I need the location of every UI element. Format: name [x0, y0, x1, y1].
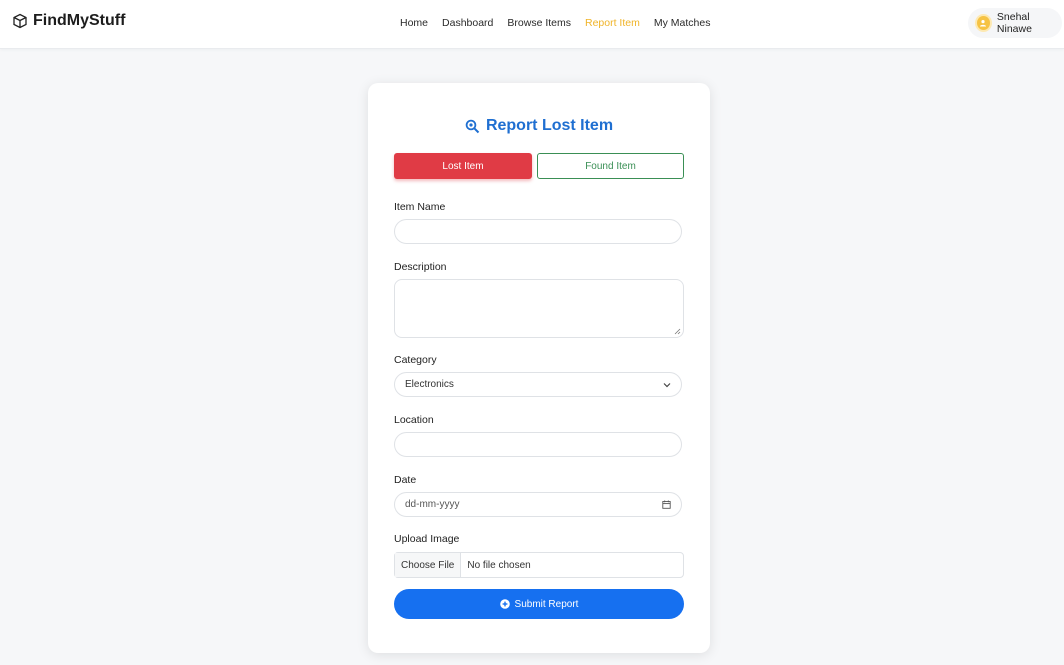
date-placeholder: dd-mm-yyyy: [405, 499, 460, 510]
category-label: Category: [394, 354, 437, 366]
calendar-icon[interactable]: [662, 500, 671, 509]
nav-link-home[interactable]: Home: [400, 17, 428, 29]
upload-image-field[interactable]: Choose File No file chosen: [394, 552, 684, 578]
submit-report-button[interactable]: Submit Report: [394, 589, 684, 619]
user-icon: [980, 20, 987, 27]
user-name: Snehal Ninawe: [996, 11, 1032, 35]
nav-link-my-matches[interactable]: My Matches: [654, 17, 711, 29]
brand-name: FindMyStuff: [33, 12, 126, 29]
nav-links: Home Dashboard Browse Items Report Item …: [400, 17, 724, 29]
description-label: Description: [394, 261, 447, 273]
date-label: Date: [394, 474, 417, 486]
nav-link-report-item[interactable]: Report Item: [585, 17, 640, 29]
submit-label: Submit Report: [514, 598, 579, 610]
item-name-label: Item Name: [394, 201, 446, 213]
category-select[interactable]: Electronics: [394, 372, 682, 397]
plus-circle-icon: [499, 599, 510, 609]
lost-item-toggle[interactable]: Lost Item: [394, 153, 532, 179]
box-icon: [13, 13, 27, 29]
form-title: Report Lost Item: [368, 117, 710, 135]
nav-link-browse-items[interactable]: Browse Items: [507, 17, 571, 29]
magnifier-icon: [465, 119, 480, 133]
choose-file-button[interactable]: Choose File: [395, 553, 462, 577]
upload-image-label: Upload Image: [394, 533, 460, 545]
form-title-text: Report Lost Item: [485, 117, 614, 134]
date-input[interactable]: dd-mm-yyyy: [394, 492, 682, 517]
location-label: Location: [394, 414, 434, 426]
resize-grip-icon[interactable]: [674, 328, 681, 335]
navbar: FindMyStuff Home Dashboard Browse Items …: [0, 0, 1064, 49]
description-textarea[interactable]: [394, 279, 684, 338]
brand[interactable]: FindMyStuff: [12, 12, 125, 30]
user-menu[interactable]: Snehal Ninawe: [968, 8, 1062, 38]
location-input[interactable]: [394, 432, 682, 457]
report-form-card: Report Lost Item Lost Item Found Item It…: [368, 83, 710, 653]
avatar: [977, 16, 990, 30]
nav-link-dashboard[interactable]: Dashboard: [442, 17, 493, 29]
category-value: Electronics: [405, 379, 454, 390]
chevron-down-icon: [663, 382, 671, 387]
file-status: No file chosen: [467, 559, 531, 571]
found-item-toggle[interactable]: Found Item: [537, 153, 684, 179]
item-name-input[interactable]: [394, 219, 682, 244]
